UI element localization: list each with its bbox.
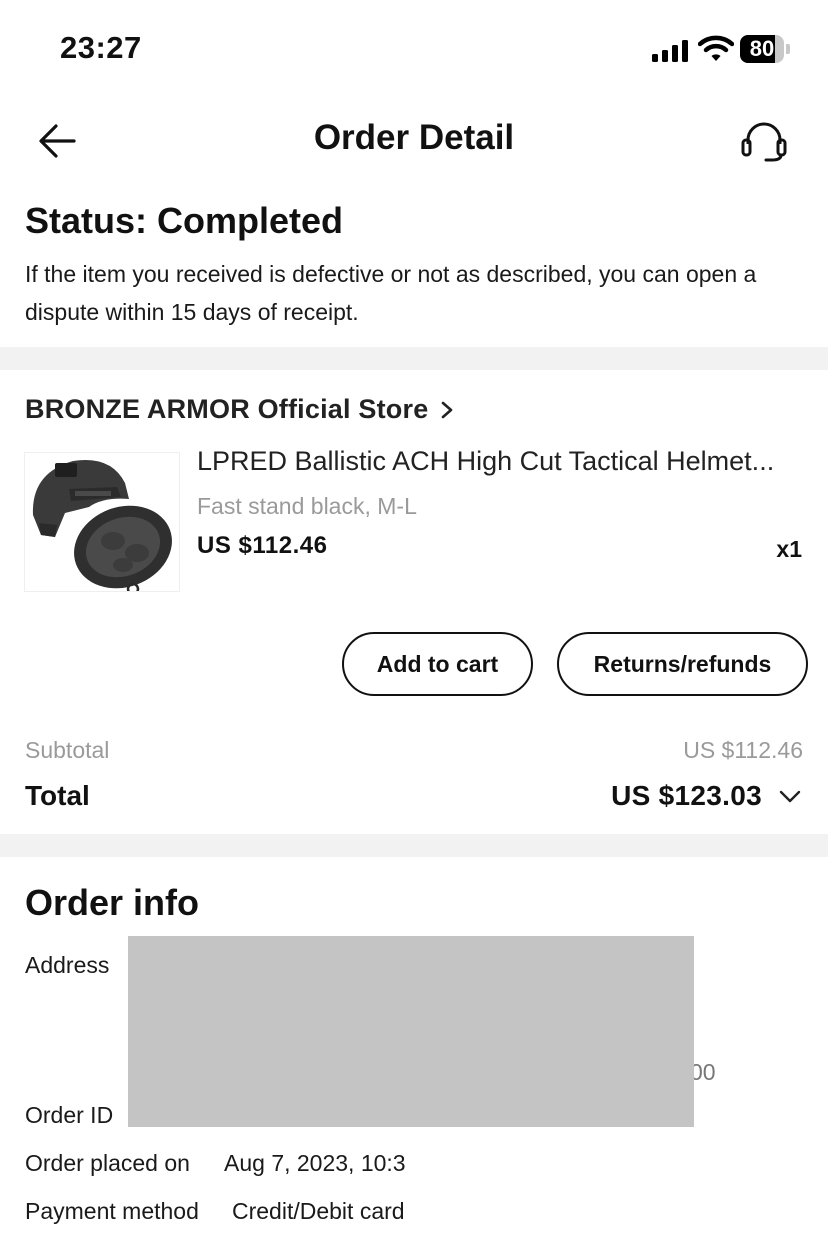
product-price: US $112.46: [197, 532, 328, 559]
chevron-down-icon[interactable]: [778, 788, 802, 804]
order-info-title: Order info: [25, 882, 200, 923]
store-name: BRONZE ARMOR Official Store: [25, 394, 429, 424]
section-divider: [0, 834, 828, 857]
returns-refunds-button[interactable]: Returns/refunds: [557, 632, 808, 696]
dispute-notice: If the item you received is defective or…: [25, 261, 757, 325]
subtotal-label: Subtotal: [25, 737, 110, 763]
subtotal-value: US $112.46: [683, 737, 803, 763]
tactical-helmet-image: [32, 459, 172, 591]
order-status-title: Status: Completed: [25, 200, 344, 241]
wifi-icon: [698, 35, 734, 61]
order-placed-value: Aug 7, 2023, 10:3: [224, 1150, 406, 1176]
battery-icon: 80: [740, 35, 790, 63]
page-title: Order Detail: [313, 118, 515, 157]
product-title[interactable]: LPRED Ballistic ACH High Cut Tactical He…: [197, 446, 802, 477]
redacted-block: [128, 936, 694, 1127]
order-placed-label: Order placed on: [25, 1150, 190, 1176]
total-label: Total: [25, 780, 90, 811]
chevron-right-icon: [442, 401, 453, 418]
address-label: Address: [25, 952, 110, 978]
product-quantity: x1: [776, 536, 802, 562]
cellular-signal-icon: [652, 38, 690, 62]
status-bar-time: 23:27: [60, 30, 142, 65]
payment-method-value: Credit/Debit card: [232, 1198, 405, 1224]
product-image[interactable]: [24, 452, 180, 592]
product-variant: Fast stand black, M-L: [197, 493, 417, 519]
add-to-cart-button[interactable]: Add to cart: [342, 632, 533, 696]
customer-service-headset-icon[interactable]: [740, 122, 788, 162]
total-value: US $123.03: [611, 780, 762, 811]
section-divider: [0, 347, 828, 370]
payment-method-label: Payment method: [25, 1198, 199, 1224]
battery-percentage: 80: [749, 36, 775, 61]
store-link[interactable]: BRONZE ARMOR Official Store: [25, 394, 454, 425]
order-id-label: Order ID: [25, 1102, 114, 1128]
